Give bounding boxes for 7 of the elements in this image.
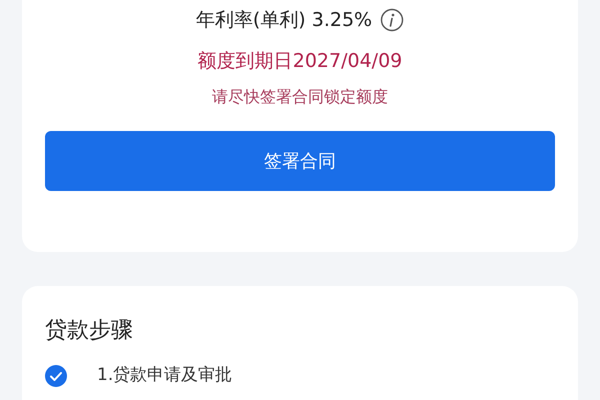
section-title: 贷款步骤 (45, 317, 134, 345)
interest-rate: 年利率(单利) 3.25% (196, 8, 372, 33)
step-label: 1.贷款申请及审批 (97, 364, 232, 387)
expiry-date: 额度到期日2027/04/09 (198, 48, 402, 74)
sign-contract-button[interactable]: 签署合同 (45, 131, 555, 191)
hint-text: 请尽快签署合同锁定额度 (212, 86, 388, 108)
info-icon[interactable] (380, 8, 404, 32)
